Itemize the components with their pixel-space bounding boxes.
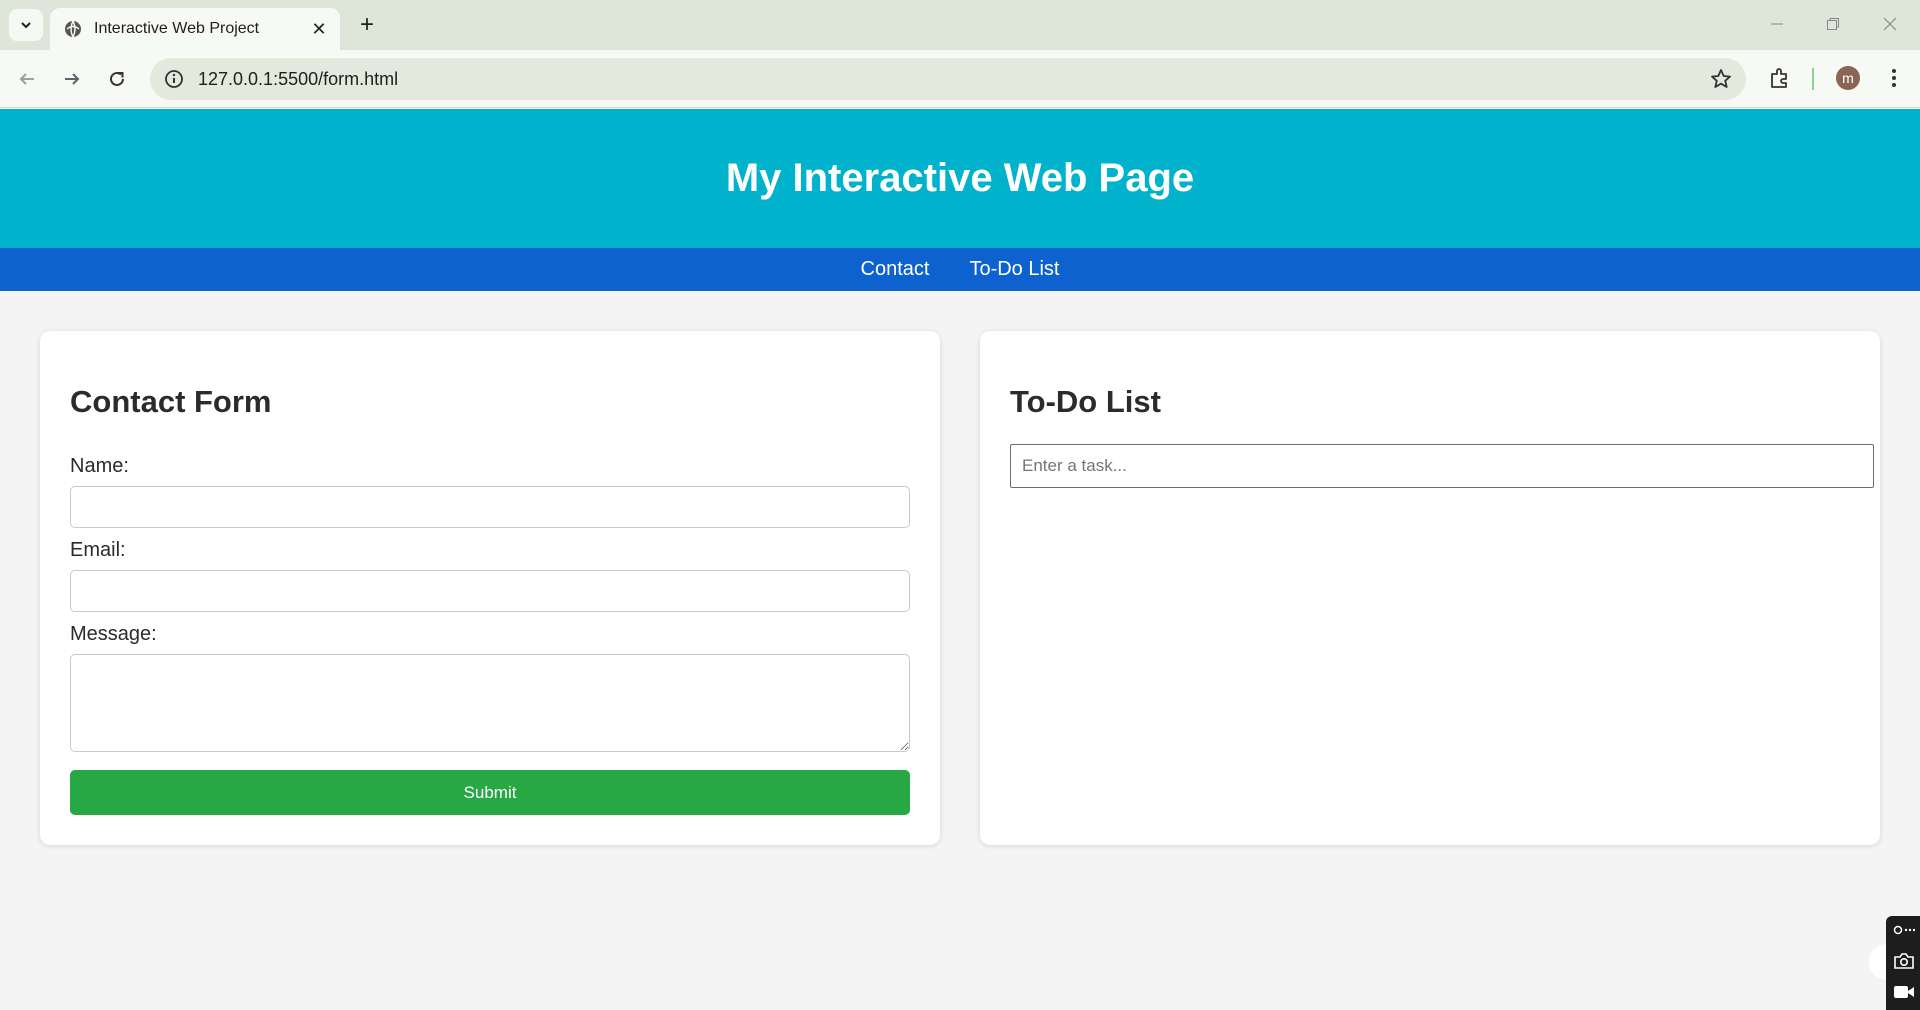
message-label: Message:: [70, 623, 157, 645]
close-tab-icon[interactable]: ✕: [308, 18, 330, 40]
name-label: Name:: [70, 455, 129, 477]
widget-settings-icon[interactable]: [1892, 920, 1916, 940]
restore-icon: [1827, 18, 1839, 30]
arrow-right-icon: [65, 73, 80, 85]
reload-icon: [110, 71, 124, 86]
browser-toolbar: 127.0.0.1:5500/form.html: [0, 50, 1920, 108]
globe-icon: [64, 20, 82, 38]
minimize-button[interactable]: [1757, 8, 1797, 40]
address-bar[interactable]: 127.0.0.1:5500/form.html: [150, 58, 1746, 100]
page-title: My Interactive Web Page: [725, 156, 1195, 200]
restore-button[interactable]: [1813, 8, 1853, 40]
site-nav: Contact To-Do List: [0, 248, 1920, 291]
more-menu-icon[interactable]: [1882, 66, 1906, 90]
email-label: Email:: [70, 539, 126, 561]
extensions-icon[interactable]: [1768, 66, 1794, 92]
contact-form-title: Contact Form: [70, 384, 272, 419]
url-text: 127.0.0.1:5500/form.html: [198, 68, 399, 89]
nav-link-todo[interactable]: To-Do List: [969, 258, 1059, 281]
site-info-icon[interactable]: [164, 69, 184, 89]
message-textarea[interactable]: [70, 654, 910, 752]
close-window-button[interactable]: [1870, 8, 1910, 40]
nav-link-contact[interactable]: Contact: [861, 258, 930, 281]
task-input[interactable]: [1010, 444, 1874, 488]
tab-title: Interactive Web Project: [94, 20, 260, 37]
new-tab-button[interactable]: +: [352, 10, 382, 40]
contact-form-card: Contact Form Name: Email: Message: Submi…: [40, 331, 940, 845]
arrow-left-icon: [19, 73, 34, 85]
todo-card: To-Do List: [980, 331, 1880, 845]
video-camera-icon[interactable]: [1892, 982, 1916, 1002]
toolbar-divider: [1812, 68, 1814, 90]
site-header: My Interactive Web Page: [0, 109, 1920, 248]
back-button[interactable]: [10, 62, 44, 96]
bookmark-star-icon[interactable]: [1710, 68, 1732, 90]
reload-button[interactable]: [100, 62, 134, 96]
browser-tab-bar: Interactive Web Project ✕ +: [0, 0, 1920, 50]
submit-button[interactable]: Submit: [70, 770, 910, 815]
chevron-down-icon: [21, 22, 31, 29]
email-input[interactable]: [70, 570, 910, 612]
name-input[interactable]: [70, 486, 910, 528]
forward-button[interactable]: [55, 62, 89, 96]
close-icon: [1883, 17, 1897, 31]
camera-icon[interactable]: [1892, 951, 1916, 971]
browser-tab[interactable]: Interactive Web Project ✕: [50, 8, 340, 50]
tab-search-button[interactable]: [9, 9, 43, 41]
profile-avatar[interactable]: m: [1836, 66, 1860, 90]
todo-title: To-Do List: [1010, 384, 1161, 419]
capture-widget: [1886, 916, 1920, 1010]
minimize-icon: [1771, 23, 1783, 25]
